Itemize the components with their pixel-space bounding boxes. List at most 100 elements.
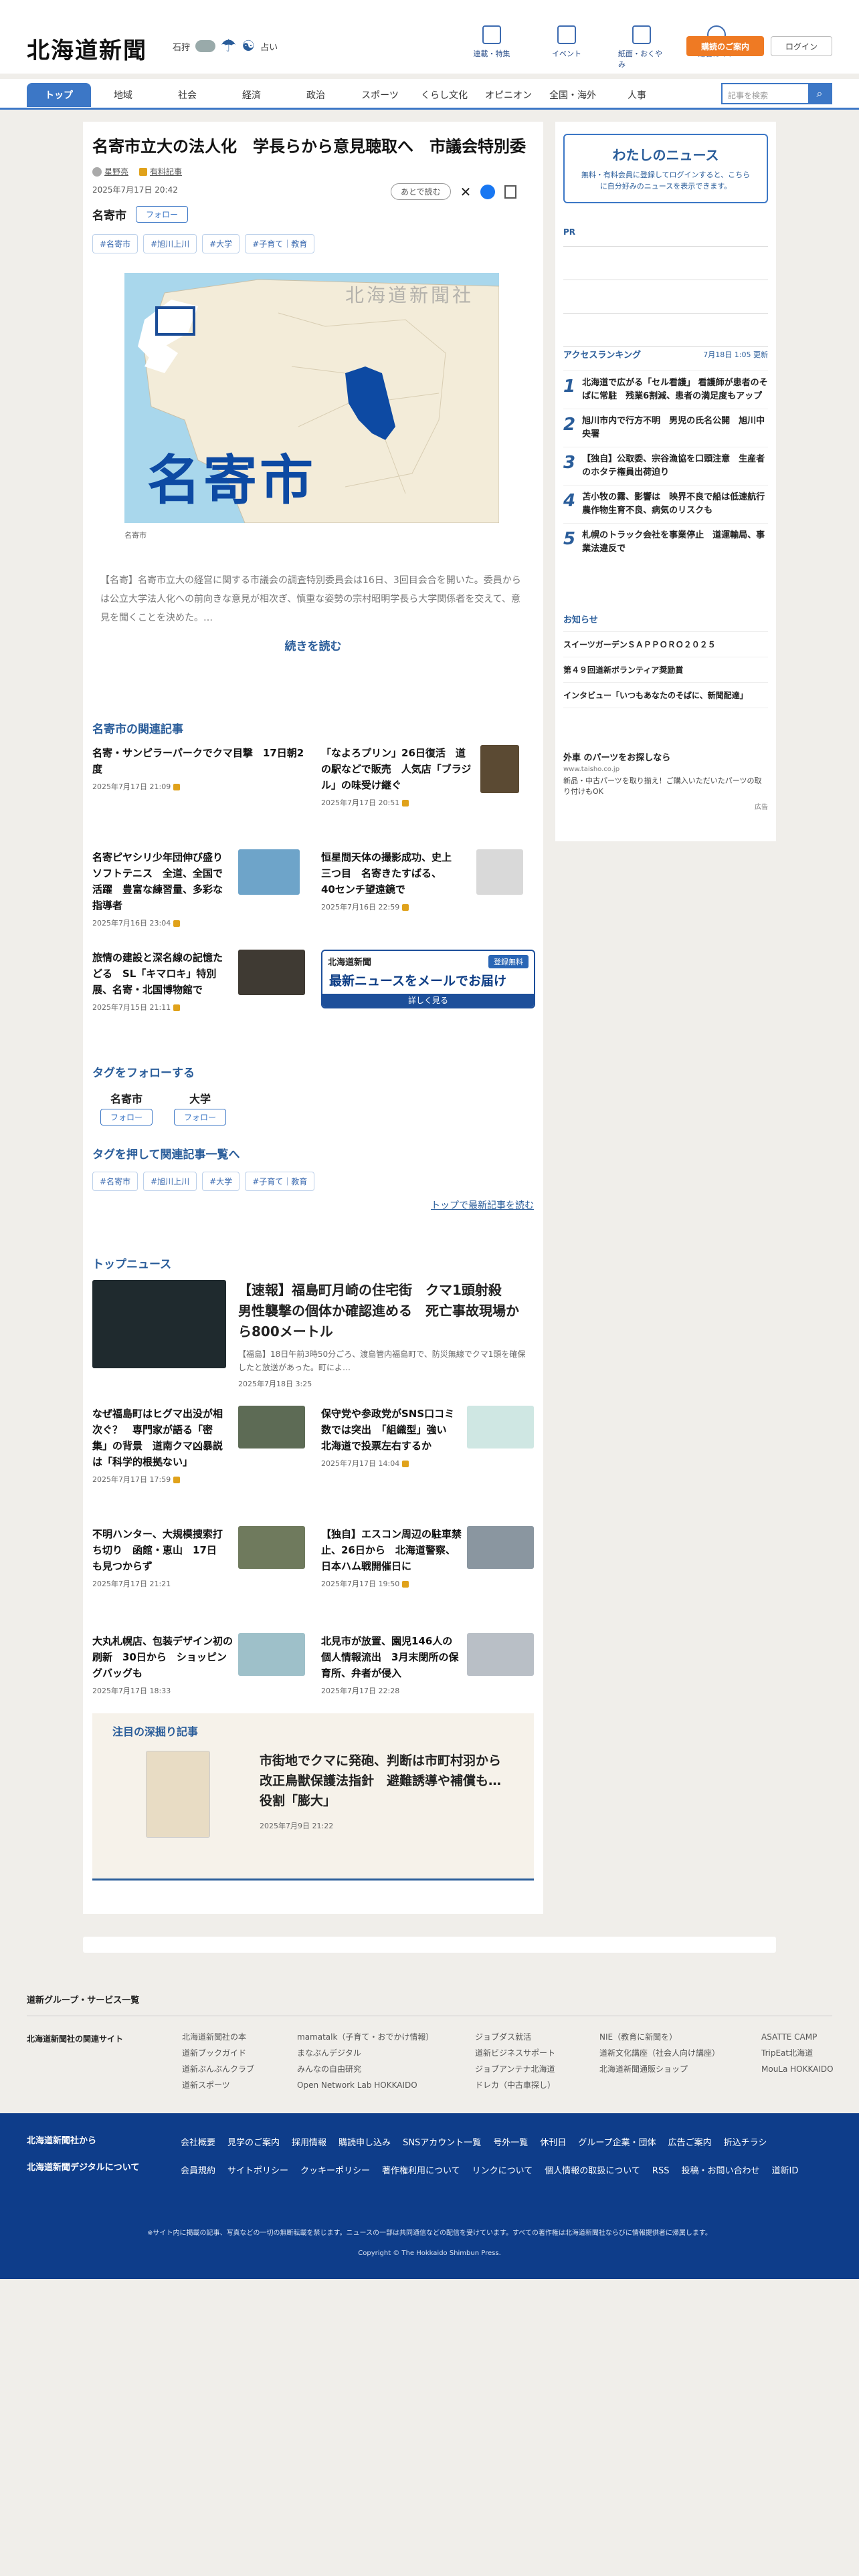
tag-education[interactable]: #子育て｜教育 bbox=[245, 234, 315, 253]
footer-link[interactable]: リンクについて bbox=[472, 2161, 533, 2181]
weather-widget[interactable]: 石狩 ☂ ☯ 占い bbox=[173, 36, 278, 56]
site-logo[interactable]: 北海道新聞 bbox=[27, 32, 147, 65]
nav-item-economy[interactable]: 経済 bbox=[219, 83, 284, 107]
tag-asahikawa[interactable]: #旭川上川 bbox=[143, 1172, 197, 1191]
related-thumb-pudding[interactable] bbox=[480, 745, 519, 793]
top-news-item[interactable]: なぜ福島町はヒグマ出没が相次ぐ？ 専門家が語る「密集」の背景 道南クマ凶暴説は「… bbox=[92, 1406, 226, 1485]
footer-link[interactable]: 折込チラシ bbox=[724, 2133, 767, 2153]
search-input[interactable]: 記事を検索 bbox=[723, 84, 808, 103]
read-more-link[interactable]: 続きを読む bbox=[83, 637, 543, 653]
footer-link[interactable]: mamatalk（子育て・おでかけ情報） bbox=[297, 2029, 434, 2045]
related-item[interactable]: 名寄ピヤシリ少年団伸び盛り ソフトテニス 全道、全国で活躍 豊富な練習量、多彩な… bbox=[92, 849, 233, 928]
footer-link[interactable]: みんなの自由研究 bbox=[297, 2061, 434, 2077]
nav-item-culture[interactable]: くらし文化 bbox=[412, 83, 476, 107]
footer-link[interactable]: 道新文化講座（社会人向け講座） bbox=[599, 2045, 720, 2061]
footer-link[interactable]: 北海道新聞社の本 bbox=[182, 2029, 254, 2045]
nav-item-region[interactable]: 地域 bbox=[91, 83, 155, 107]
article-map-image[interactable]: 北海道新聞社 名寄市 bbox=[124, 273, 499, 523]
notice-title[interactable]: お知らせ bbox=[563, 613, 598, 625]
footer-link[interactable]: 道新ID bbox=[771, 2161, 798, 2181]
tag-education[interactable]: #子育て｜教育 bbox=[245, 1172, 315, 1191]
top-news-thumb[interactable] bbox=[467, 1633, 534, 1676]
nav-item-opinion[interactable]: オピニオン bbox=[476, 83, 541, 107]
footer-link[interactable]: TripEat北海道 bbox=[761, 2045, 834, 2061]
footer-link[interactable]: 投稿・お問い合わせ bbox=[681, 2161, 759, 2181]
related-item[interactable]: 恒星間天体の撮影成功、史上三つ目 名寄きたすばる、40センチ望遠鏡で 2025年… bbox=[321, 849, 455, 912]
footer-link[interactable]: 会員規約 bbox=[181, 2161, 215, 2181]
tag-nayoro[interactable]: #名寄市 bbox=[92, 1172, 138, 1191]
footer-link[interactable]: ジョブダス就活 bbox=[475, 2029, 555, 2045]
top-news-thumb[interactable] bbox=[467, 1526, 534, 1569]
ranking-item[interactable]: 1 北海道で広がる「セル看護」 看護師が患者のそばに常駐 残業6割減、患者の満足度… bbox=[563, 370, 768, 409]
footer-link[interactable]: クッキーポリシー bbox=[300, 2161, 370, 2181]
nav-item-world[interactable]: 全国・海外 bbox=[541, 83, 605, 107]
follow-location-button[interactable]: フォロー bbox=[136, 206, 189, 223]
read-later-button[interactable]: あとで読む bbox=[391, 183, 451, 200]
top-news-lead[interactable]: 【速報】福島町月崎の住宅街 クマ1頭射殺 男性襲撃の個体か確認進める 死亡事故現… bbox=[238, 1280, 526, 1389]
footer-link[interactable]: 休刊日 bbox=[540, 2133, 566, 2153]
share-icon[interactable] bbox=[504, 185, 517, 199]
top-news-thumb[interactable] bbox=[467, 1406, 534, 1448]
footer-link[interactable]: まなぶんデジタル bbox=[297, 2045, 434, 2061]
ranking-title[interactable]: アクセスランキング bbox=[563, 348, 641, 360]
related-item[interactable]: 「なよろプリン」26日復活 道の駅などで販売 人気店「ブラジル」の味受け継ぐ 2… bbox=[321, 745, 475, 808]
search-icon[interactable]: ⌕ bbox=[808, 84, 831, 103]
login-button[interactable]: ログイン bbox=[771, 36, 832, 56]
paper-link[interactable]: 紙面・おくやみ bbox=[618, 25, 665, 70]
footer-link[interactable]: NIE（教育に新聞を） bbox=[599, 2029, 720, 2045]
footer-link[interactable]: SNSアカウント一覧 bbox=[403, 2133, 481, 2153]
top-news-thumb[interactable] bbox=[238, 1633, 305, 1676]
nav-item-politics[interactable]: 政治 bbox=[284, 83, 348, 107]
latest-articles-link[interactable]: トップで最新記事を読む bbox=[431, 1198, 534, 1212]
footer-link[interactable]: 道新ビジネスサポート bbox=[475, 2045, 555, 2061]
related-thumb-comet[interactable] bbox=[476, 849, 523, 895]
footer-link[interactable]: 会社概要 bbox=[181, 2133, 215, 2153]
ranking-item[interactable]: 3 【独自】公取委、宗谷漁協を口頭注意 生産者のホタテ権員出荷迫り bbox=[563, 447, 768, 485]
nav-item-sports[interactable]: スポーツ bbox=[348, 83, 412, 107]
group-services-link[interactable]: 道新グループ・サービス一覧 bbox=[27, 1993, 139, 2006]
nav-item-top[interactable]: トップ bbox=[27, 83, 91, 107]
related-thumb-tennis[interactable] bbox=[238, 849, 300, 895]
notice-item[interactable]: 第４９回道新ボランティア奨励賞 bbox=[563, 657, 768, 682]
top-news-item[interactable]: 保守党や参政党がSNS口コミ数では突出 「組織型」強い北海道で投票左右するか 2… bbox=[321, 1406, 455, 1469]
tag-university[interactable]: #大学 bbox=[202, 234, 240, 253]
top-news-item[interactable]: 【独自】エスコン周辺の駐車禁止、26日から 北海道警察、日本ハム戦開催日に 20… bbox=[321, 1526, 462, 1589]
related-item[interactable]: 旅情の建設と深名線の記憶たどる SL「キマロキ」特別展、名寄・北国博物館で 20… bbox=[92, 950, 226, 1012]
footer-link[interactable]: 著作権利用について bbox=[382, 2161, 460, 2181]
footer-link[interactable]: 道新スポーツ bbox=[182, 2077, 254, 2093]
follow-tag-button[interactable]: フォロー bbox=[100, 1109, 153, 1125]
footer-link[interactable]: 広告ご案内 bbox=[668, 2133, 712, 2153]
subscribe-button[interactable]: 購読のご案内 bbox=[686, 36, 764, 56]
top-news-item[interactable]: 北見市が放置、園児146人の個人情報流出 3月末閉所の保育所、弁者が侵入 202… bbox=[321, 1633, 462, 1696]
feature-box[interactable]: 注目の深掘り記事 市街地でクマに発砲、判断は市町村羽から 改正鳥獣保護法指針 避… bbox=[92, 1713, 534, 1881]
ranking-item[interactable]: 5 札幌のトラック会社を事業停止 道運輸局、事業法違反で bbox=[563, 523, 768, 561]
footer-link[interactable]: ASATTE CAMP bbox=[761, 2029, 834, 2045]
footer-link[interactable]: ドレカ（中古車探し） bbox=[475, 2077, 555, 2093]
ad-cta[interactable]: 詳しく見る bbox=[322, 994, 534, 1007]
top-news-thumb[interactable] bbox=[238, 1406, 305, 1448]
parts-ad[interactable]: 外車 のパーツをお探しなら www.taisho.co.jp 新品・中古パーツを… bbox=[563, 750, 768, 811]
top-news-item[interactable]: 不明ハンター、大規模捜索打ち切り 函館・恵山 17日も見つからず 2025年7月… bbox=[92, 1526, 226, 1589]
top-news-thumb[interactable] bbox=[238, 1526, 305, 1569]
mail-newsletter-ad[interactable]: 北海道新聞 登録無料 最新ニュースをメールでお届け 詳しく見る bbox=[321, 950, 535, 1008]
related-thumb-sl[interactable] bbox=[238, 950, 305, 995]
footer-link[interactable]: MouLa HOKKAIDO bbox=[761, 2061, 834, 2077]
x-share-icon[interactable]: ✕ bbox=[460, 184, 472, 200]
footer-link[interactable]: 号外一覧 bbox=[493, 2133, 528, 2153]
footer-link[interactable]: ジョブアンテナ北海道 bbox=[475, 2061, 555, 2077]
footer-link[interactable]: 見学のご案内 bbox=[227, 2133, 280, 2153]
tag-asahikawa[interactable]: #旭川上川 bbox=[143, 234, 197, 253]
footer-link[interactable]: 道新ぶんぶんクラブ bbox=[182, 2061, 254, 2077]
tag-nayoro[interactable]: #名寄市 bbox=[92, 234, 138, 253]
ranking-item[interactable]: 4 苫小牧の霧、影響は 映界不良で船は低速航行 農作物生育不良、病気のリスクも bbox=[563, 485, 773, 523]
series-link[interactable]: 連載・特集 bbox=[468, 25, 515, 70]
tag-university[interactable]: #大学 bbox=[202, 1172, 240, 1191]
events-link[interactable]: イベント bbox=[543, 25, 590, 70]
notice-item[interactable]: スイーツガーデンＳＡＰＰＯＲＯ２０２５ bbox=[563, 631, 768, 657]
top-news-item[interactable]: 大丸札幌店、包装デザイン初の刷新 30日から ショッピングバッグも 2025年7… bbox=[92, 1633, 233, 1696]
footer-link[interactable]: グループ企業・団体 bbox=[578, 2133, 656, 2153]
footer-link[interactable]: 北海道新聞通販ショップ bbox=[599, 2061, 720, 2077]
related-item[interactable]: 名寄・サンピラーパークでクマ目撃 17日朝2度 2025年7月17日 21:09 bbox=[92, 745, 306, 792]
footer-link[interactable]: 購読申し込み bbox=[339, 2133, 391, 2153]
top-news-lead-image[interactable] bbox=[92, 1280, 226, 1368]
